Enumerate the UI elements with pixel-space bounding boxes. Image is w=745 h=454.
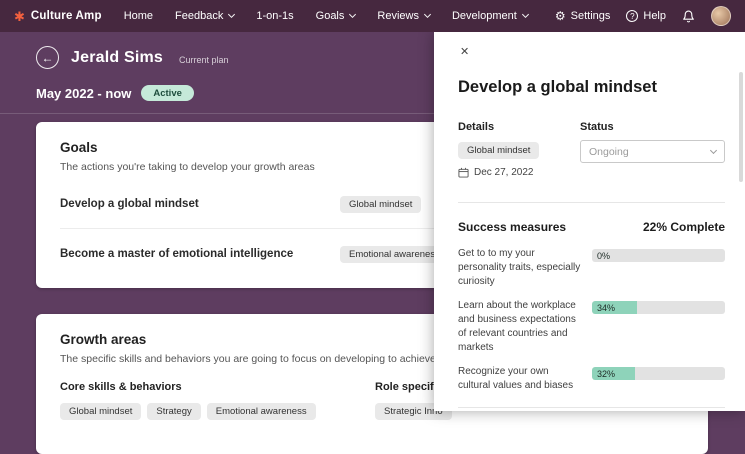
status-dropdown[interactable]: Ongoing [580,140,725,163]
nav-utilities: ⚙ Settings ? Help [555,6,731,26]
nav-item-1on1s[interactable]: 1-on-1s [256,10,293,22]
measure-progress-bar: 32% [592,367,725,380]
goal-detail-tag: Global mindset [458,142,540,159]
progress-percent-label: 0% [597,250,611,261]
success-measure-row: Recognize your own cultural values and b… [458,365,725,393]
core-skills-label: Core skills & behaviors [60,381,182,393]
success-measures-title: Success measures [458,220,567,234]
brand-name: Culture Amp [30,10,102,22]
panel-scrollbar[interactable] [739,72,743,182]
nav-item-home[interactable]: Home [124,10,153,22]
chevron-down-icon [228,10,236,19]
goal-title: Become a master of emotional intelligenc… [60,247,294,260]
close-panel-button[interactable]: ✕ [458,43,471,60]
status-label: Status [580,121,614,133]
details-label: Details [458,121,495,133]
help-icon: ? [626,10,639,22]
goal-detail-panel: ✕ Develop a global mindset Details Globa… [434,32,745,411]
panel-goal-title: Develop a global mindset [458,78,657,96]
measure-text: Learn about the workplace and business e… [458,300,576,353]
current-plan-label: Current plan [179,54,229,65]
nav-label: Home [123,10,154,22]
user-avatar[interactable] [711,6,731,26]
primary-nav: Home Feedback 1-on-1s Goals Reviews Deve… [124,10,529,22]
culture-amp-logo-icon: ✱ [14,8,25,24]
status-badge[interactable]: Active [141,85,194,101]
progress-percent-label: 34% [597,302,616,313]
measure-progress-bar: 0% [592,249,725,262]
nav-label: Goals [315,10,345,22]
top-nav: ✱ Culture Amp Home Feedback 1-on-1s Goal… [0,0,745,32]
measure-progress-bar: 34% [592,301,725,314]
close-icon: ✕ [460,46,470,58]
divider [458,407,725,408]
back-arrow-icon: ← [41,50,54,65]
plan-period: May 2022 - now [36,85,132,101]
details-column: Details Global mindset Dec 27, 2022 [458,121,580,178]
nav-label: Feedback [175,10,224,22]
success-measure-list: Get to to my your personality traits, es… [458,247,725,393]
nav-label: 1-on-1s [256,10,294,22]
back-button[interactable]: ← [36,46,59,69]
progress-percent-label: 32% [597,368,616,379]
measure-text: Recognize your own cultural values and b… [458,366,574,391]
chevron-down-icon [521,10,529,19]
help-button[interactable]: ? Help [626,10,666,22]
success-measure-row: Learn about the workplace and business e… [458,299,725,355]
chevron-down-icon [709,146,718,155]
nav-label: Development [451,10,517,22]
help-label: Help [643,10,666,22]
nav-item-goals[interactable]: Goals [315,10,357,22]
goal-title: Develop a global mindset [60,197,199,210]
skill-tag: Global mindset [60,403,142,420]
core-skills-column: Core skills & behaviors Global mindset S… [60,381,375,420]
skill-tag: Strategy [147,403,201,420]
status-column: Status Ongoing [580,121,725,178]
gear-icon: ⚙ [554,9,566,23]
goal-tag: Global mindset [340,196,422,213]
settings-label: Settings [570,10,611,22]
status-value: Ongoing [589,145,629,158]
chevron-down-icon [349,10,357,19]
divider [458,202,725,203]
nav-item-development[interactable]: Development [451,10,529,22]
calendar-icon [458,167,469,178]
percent-complete: 22% Complete [642,220,725,234]
nav-item-reviews[interactable]: Reviews [377,10,432,22]
goal-tag: Emotional awareness [340,246,449,263]
skill-tag: Emotional awareness [206,403,316,420]
person-name: Jerald Sims [71,48,164,66]
settings-button[interactable]: ⚙ Settings [555,10,611,22]
due-date: Dec 27, 2022 [474,167,534,178]
measure-text: Get to to my your personality traits, es… [458,248,581,287]
success-measure-row: Get to to my your personality traits, es… [458,247,725,289]
brand-home-link[interactable]: ✱ Culture Amp [14,10,102,23]
nav-item-feedback[interactable]: Feedback [175,10,236,22]
nav-label: Reviews [377,10,419,22]
notifications-bell-icon[interactable] [682,10,695,23]
chevron-down-icon [423,10,432,19]
